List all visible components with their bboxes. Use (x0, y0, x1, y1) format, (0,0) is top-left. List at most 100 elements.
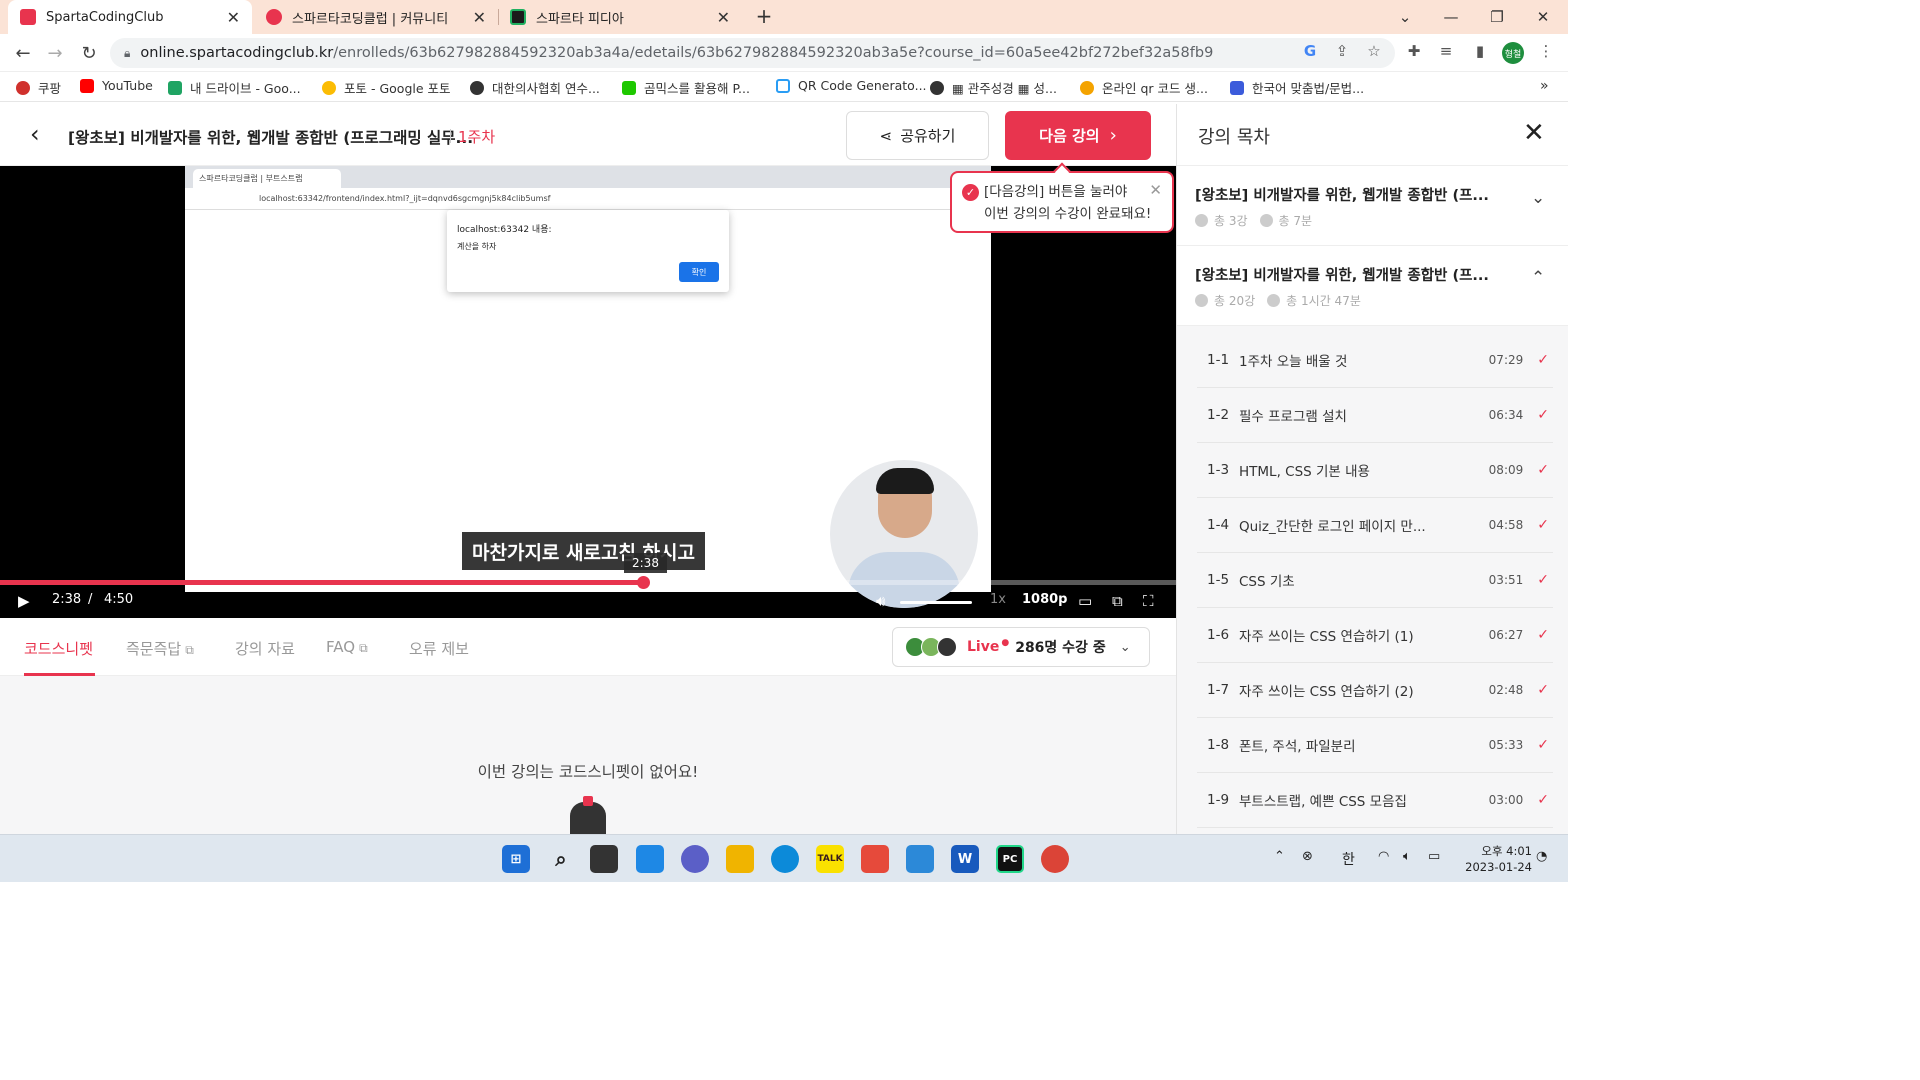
section-meta: 총 20강 총 1시간 47분 (1195, 292, 1361, 309)
bookmarks-overflow-button[interactable]: » (1540, 78, 1549, 94)
kebab-menu-icon[interactable]: ⋮ (1534, 39, 1558, 63)
notification-icon[interactable]: ◔ (1536, 849, 1547, 864)
reload-icon[interactable]: ↻ (76, 40, 102, 66)
tab-materials[interactable]: 강의 자료 (235, 638, 295, 659)
forward-arrow-icon[interactable]: → (42, 40, 68, 66)
browser-tab-pedia[interactable]: 스파르타 피디아 ✕ (498, 0, 742, 34)
curriculum-section[interactable]: [왕초보] 비개발자를 위한, 웹개발 종합반 (프... 총 3강 총 7분 … (1177, 166, 1568, 246)
start-icon[interactable]: ⊞ (502, 845, 530, 873)
tray-chevron-icon[interactable]: ⌃ (1274, 849, 1285, 864)
bookmark-star-icon[interactable]: ☆ (1362, 39, 1386, 63)
word-icon[interactable]: W (951, 845, 979, 873)
bookmark-qr[interactable]: QR Code Generato... (776, 78, 927, 93)
play-circle-icon (1195, 294, 1208, 307)
close-icon[interactable]: ✕ (717, 8, 730, 27)
close-icon[interactable]: ✕ (473, 8, 486, 27)
minimize-icon[interactable]: — (1428, 0, 1474, 34)
close-icon[interactable]: ✕ (1149, 179, 1162, 201)
tab-search-icon[interactable]: ⌄ (1382, 0, 1428, 34)
lecture-item[interactable]: 1-6 자주 쓰이는 CSS 연습하기 (1) 06:27 ✓ (1197, 608, 1553, 663)
pdf-app-icon[interactable] (861, 845, 889, 873)
close-icon[interactable]: ✕ (1523, 118, 1545, 148)
bookmark-qr-online[interactable]: 온라인 qr 코드 생... (1080, 78, 1208, 97)
address-bar[interactable]: 🔒︎ online.spartacodingclub.kr/enrolleds/… (110, 38, 1395, 68)
chevron-down-icon[interactable]: ⌄ (1531, 188, 1545, 208)
video-browser-tab: 스파르타코딩클럽 | 부트스트랩 (193, 169, 341, 188)
file-explorer-icon[interactable] (726, 845, 754, 873)
taskbar-clock[interactable]: 오후 4:01 2023-01-24 (1452, 843, 1532, 875)
phone-icon[interactable] (906, 845, 934, 873)
lecture-name: HTML, CSS 기본 내용 (1239, 464, 1370, 480)
curriculum-section[interactable]: [왕초보] 비개발자를 위한, 웹개발 종합반 (프... 총 20강 총 1시… (1177, 246, 1568, 326)
bookmark-blog[interactable]: 곰믹스를 활용해 P... (622, 78, 750, 97)
back-arrow-icon[interactable]: ← (10, 40, 36, 66)
browser-tab-community[interactable]: 스파르타코딩클럽 | 커뮤니티 ✕ (254, 0, 498, 34)
tab-faq[interactable]: FAQ ⧉ (326, 638, 368, 656)
chevron-up-icon[interactable]: ⌃ (1531, 268, 1545, 288)
share-page-icon[interactable]: ⇪ (1330, 39, 1354, 63)
play-icon[interactable]: ▶ (18, 592, 30, 610)
profile-avatar[interactable]: 형철 (1502, 42, 1524, 64)
lecture-duration: 06:34 (1488, 408, 1524, 422)
video-player[interactable]: 스파르타코딩클럽 | 부트스트랩 localhost:63342/fronten… (0, 166, 1176, 618)
bookmark-drive[interactable]: 내 드라이브 - Goo... (168, 78, 301, 97)
mascot-hat (583, 796, 593, 806)
ime-indicator[interactable]: 한 (1342, 849, 1355, 869)
captions-icon[interactable]: ▭ (1078, 592, 1092, 610)
bookmark-photos[interactable]: 포토 - Google 포토 (322, 78, 451, 97)
chrome-icon[interactable] (1041, 845, 1069, 873)
search-icon[interactable]: ⌕ (547, 845, 575, 873)
lecture-item[interactable]: 1-5 CSS 기초 03:51 ✓ (1197, 553, 1553, 608)
seek-bar[interactable] (0, 576, 1176, 589)
quality-selector[interactable]: 1080p (1022, 592, 1068, 607)
wifi-icon[interactable]: ◠ (1378, 849, 1389, 864)
speaker-icon[interactable]: 🔈︎ (1403, 849, 1411, 864)
lecture-header: ‹ [왕초보] 비개발자를 위한, 웹개발 종합반 (프로그래밍 실무... 1… (0, 104, 1176, 166)
bookmark-coupang[interactable]: 쿠팡 (16, 78, 61, 97)
new-tab-button[interactable]: + (752, 4, 776, 28)
media-control-icon[interactable]: ≡ (1434, 39, 1458, 63)
bookmark-youtube[interactable]: YouTube (80, 78, 153, 93)
browser-tab-bar: SpartaCodingClub ✕ 스파르타코딩클럽 | 커뮤니티 ✕ 스파르… (0, 0, 1568, 34)
google-lens-icon[interactable]: G (1298, 39, 1322, 63)
qr-code-icon (776, 78, 790, 93)
lecture-item[interactable]: 1-4 Quiz_간단한 로그인 페이지 만... 04:58 ✓ (1197, 498, 1553, 553)
volume-icon[interactable]: 🔊︎ (876, 592, 885, 610)
window-close-icon[interactable]: ✕ (1520, 0, 1566, 34)
extensions-icon[interactable]: ✚ (1402, 39, 1426, 63)
tab-code-snippet[interactable]: 코드스니펫 (24, 638, 93, 659)
bookmark-bible[interactable]: ▦ 관주성경 ▦ 성... (930, 78, 1057, 97)
pycharm-icon[interactable]: PC (996, 845, 1024, 873)
browser-tab-sparta[interactable]: SpartaCodingClub ✕ (8, 0, 252, 34)
live-viewers-dropdown[interactable]: Live ● 286명 수강 중 ⌄ (892, 627, 1150, 667)
lecture-item[interactable]: 1-3 HTML, CSS 기본 내용 08:09 ✓ (1197, 443, 1553, 498)
fullscreen-icon[interactable]: ⛶ (1143, 592, 1154, 610)
next-lecture-button[interactable]: 다음 강의 › (1005, 111, 1151, 160)
close-icon[interactable]: ✕ (227, 8, 240, 27)
tab-report-error[interactable]: 오류 제보 (409, 638, 469, 659)
tab-qna[interactable]: 즉문즉답 ⧉ (126, 638, 194, 659)
chat-icon[interactable] (681, 845, 709, 873)
widgets-icon[interactable] (636, 845, 664, 873)
bookmark-kma[interactable]: 대한의사협회 연수... (470, 78, 600, 97)
kakaotalk-icon[interactable]: TALK (816, 845, 844, 873)
bookmark-spellcheck[interactable]: 한국어 맞춤법/문법... (1230, 78, 1364, 97)
task-view-icon[interactable] (590, 845, 618, 873)
lecture-item[interactable]: 1-1 1주차 오늘 배울 것 07:29 ✓ (1197, 333, 1553, 388)
playback-speed[interactable]: 1x (990, 592, 1006, 607)
tray-app-icon[interactable]: ⊗ (1302, 849, 1313, 864)
lecture-item[interactable]: 1-8 폰트, 주석, 파일분리 05:33 ✓ (1197, 718, 1553, 773)
lecture-item[interactable]: 1-7 자주 쓰이는 CSS 연습하기 (2) 02:48 ✓ (1197, 663, 1553, 718)
share-button[interactable]: ⋖ 공유하기 (846, 111, 989, 160)
volume-slider[interactable] (900, 601, 972, 604)
back-chevron-icon[interactable]: ‹ (30, 120, 40, 148)
lecture-item[interactable]: 1-2 필수 프로그램 설치 06:34 ✓ (1197, 388, 1553, 443)
battery-icon[interactable]: ▭ (1428, 849, 1440, 864)
picture-in-picture-icon[interactable]: ⧉ (1112, 592, 1123, 610)
maximize-icon[interactable]: ❐ (1474, 0, 1520, 34)
globe-icon (470, 80, 484, 95)
video-subtitle: 마찬가지로 새로고침 하시고 (462, 532, 705, 570)
lecture-item[interactable]: 1-9 부트스트랩, 예쁜 CSS 모음집 03:00 ✓ (1197, 773, 1553, 828)
edge-icon[interactable] (771, 845, 799, 873)
side-panel-icon[interactable]: ▮ (1468, 39, 1492, 63)
